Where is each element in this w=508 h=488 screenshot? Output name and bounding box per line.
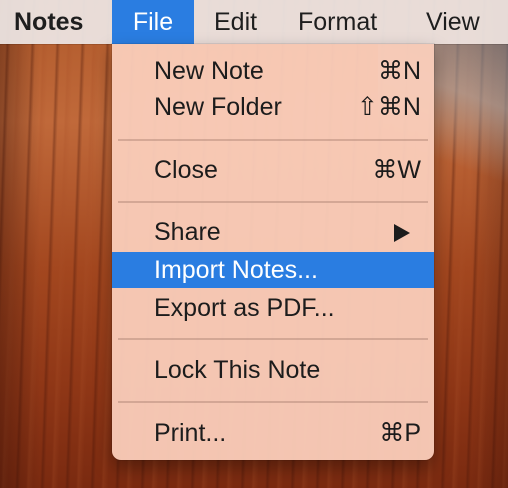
menu-item-label: New Note (154, 57, 264, 85)
menu-item-lock-note[interactable]: Lock This Note (112, 352, 434, 388)
menu-separator (118, 201, 428, 203)
menu-item-label: Share (154, 218, 221, 246)
menubar-format[interactable]: Format (298, 0, 377, 44)
menu-item-label: Close (154, 156, 218, 184)
menu-item-label: New Folder (154, 93, 282, 121)
menu-separator (118, 401, 428, 403)
menu-item-label: Lock This Note (154, 356, 321, 384)
file-dropdown-menu: New Note ⌘N New Folder ⇧⌘N Close ⌘W Shar… (112, 44, 434, 460)
menu-item-shortcut: ⌘P (379, 419, 421, 447)
menubar-edit[interactable]: Edit (214, 0, 257, 44)
menu-item-label: Export as PDF... (154, 294, 335, 322)
menubar-view[interactable]: View (426, 0, 480, 44)
menu-item-share[interactable]: Share (112, 214, 434, 250)
menu-item-label: Print... (154, 419, 227, 447)
menu-item-label: Import Notes... (154, 256, 318, 284)
menu-item-close[interactable]: Close ⌘W (112, 152, 434, 188)
menu-item-new-folder[interactable]: New Folder ⇧⌘N (112, 89, 434, 125)
menu-item-export-pdf[interactable]: Export as PDF... (112, 290, 434, 326)
menu-bar: Notes File Edit Format View (0, 0, 508, 44)
menu-item-shortcut: ⇧⌘N (356, 93, 421, 121)
menu-separator (118, 338, 428, 340)
submenu-arrow-icon (394, 224, 410, 242)
menu-item-new-note[interactable]: New Note ⌘N (112, 53, 434, 89)
menu-item-shortcut: ⌘N (377, 57, 421, 85)
menu-item-shortcut: ⌘W (372, 156, 421, 184)
menu-item-print[interactable]: Print... ⌘P (112, 415, 434, 451)
menu-separator (118, 139, 428, 141)
menu-item-import-notes[interactable]: Import Notes... (112, 252, 434, 288)
menubar-file[interactable]: File (112, 0, 194, 44)
menubar-app-notes[interactable]: Notes (14, 0, 83, 44)
